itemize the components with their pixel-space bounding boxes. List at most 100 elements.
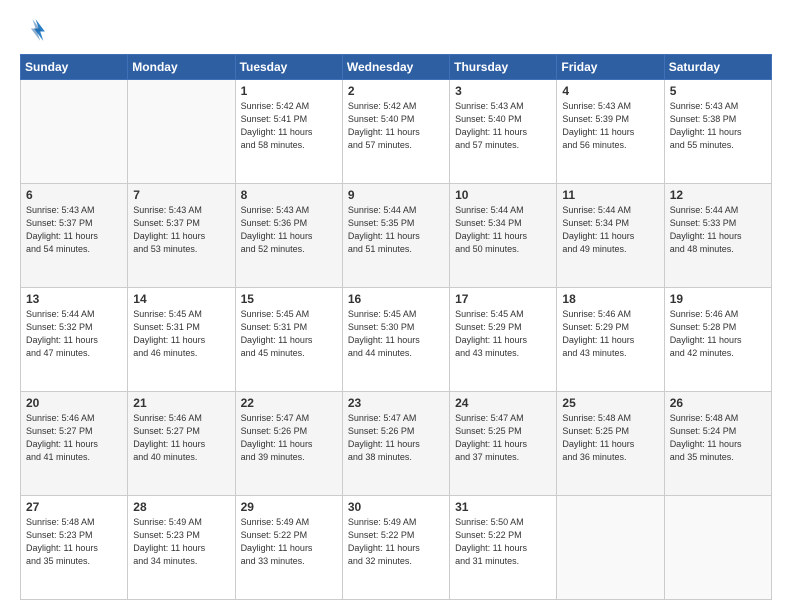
day-number: 28 bbox=[133, 500, 229, 514]
calendar-cell: 30 Sunrise: 5:49 AM Sunset: 5:22 PM Dayli… bbox=[342, 496, 449, 600]
calendar-cell bbox=[664, 496, 771, 600]
calendar-cell: 28Sunrise: 5:49 AM Sunset: 5:23 PM Dayli… bbox=[128, 496, 235, 600]
day-info: Sunrise: 5:42 AM Sunset: 5:41 PM Dayligh… bbox=[241, 100, 337, 152]
week-row-4: 20 Sunrise: 5:46 AM Sunset: 5:27 PM Dayli… bbox=[21, 392, 772, 496]
calendar-table: SundayMondayTuesdayWednesdayThursdayFrid… bbox=[20, 54, 772, 600]
calendar-cell: 19Sunrise: 5:46 AM Sunset: 5:28 PM Dayli… bbox=[664, 288, 771, 392]
calendar-cell: 26 Sunrise: 5:48 AM Sunset: 5:24 PM Dayli… bbox=[664, 392, 771, 496]
day-number: 20 bbox=[26, 396, 122, 410]
logo bbox=[20, 16, 52, 44]
day-number: 16 bbox=[348, 292, 444, 306]
day-number: 30 bbox=[348, 500, 444, 514]
day-number: 27 bbox=[26, 500, 122, 514]
day-info: Sunrise: 5:46 AM Sunset: 5:27 PM Dayligh… bbox=[133, 412, 229, 464]
day-number: 13 bbox=[26, 292, 122, 306]
day-number: 31 bbox=[455, 500, 551, 514]
weekday-header-tuesday: Tuesday bbox=[235, 55, 342, 80]
day-info: Sunrise: 5:46 AM Sunset: 5:29 PM Dayligh… bbox=[562, 308, 658, 360]
calendar-cell: 23 Sunrise: 5:47 AM Sunset: 5:26 PM Dayli… bbox=[342, 392, 449, 496]
weekday-header-wednesday: Wednesday bbox=[342, 55, 449, 80]
calendar-cell: 14 Sunrise: 5:45 AM Sunset: 5:31 PM Dayli… bbox=[128, 288, 235, 392]
calendar-cell bbox=[128, 80, 235, 184]
weekday-header-thursday: Thursday bbox=[450, 55, 557, 80]
day-number: 3 bbox=[455, 84, 551, 98]
week-row-5: 27 Sunrise: 5:48 AM Sunset: 5:23 PM Dayli… bbox=[21, 496, 772, 600]
day-number: 19 bbox=[670, 292, 766, 306]
day-info: Sunrise: 5:43 AM Sunset: 5:36 PM Dayligh… bbox=[241, 204, 337, 256]
day-number: 12 bbox=[670, 188, 766, 202]
day-number: 6 bbox=[26, 188, 122, 202]
calendar-cell bbox=[557, 496, 664, 600]
day-info: Sunrise: 5:48 AM Sunset: 5:25 PM Dayligh… bbox=[562, 412, 658, 464]
calendar-cell: 4 Sunrise: 5:43 AM Sunset: 5:39 PM Daylig… bbox=[557, 80, 664, 184]
page: SundayMondayTuesdayWednesdayThursdayFrid… bbox=[0, 0, 792, 612]
day-info: Sunrise: 5:45 AM Sunset: 5:30 PM Dayligh… bbox=[348, 308, 444, 360]
calendar-cell: 29 Sunrise: 5:49 AM Sunset: 5:22 PM Dayli… bbox=[235, 496, 342, 600]
day-info: Sunrise: 5:43 AM Sunset: 5:37 PM Dayligh… bbox=[133, 204, 229, 256]
day-number: 21 bbox=[133, 396, 229, 410]
day-number: 11 bbox=[562, 188, 658, 202]
calendar-cell: 13 Sunrise: 5:44 AM Sunset: 5:32 PM Dayli… bbox=[21, 288, 128, 392]
day-number: 9 bbox=[348, 188, 444, 202]
day-info: Sunrise: 5:44 AM Sunset: 5:34 PM Dayligh… bbox=[562, 204, 658, 256]
day-number: 18 bbox=[562, 292, 658, 306]
day-number: 1 bbox=[241, 84, 337, 98]
calendar-cell: 18 Sunrise: 5:46 AM Sunset: 5:29 PM Dayli… bbox=[557, 288, 664, 392]
calendar-cell: 24 Sunrise: 5:47 AM Sunset: 5:25 PM Dayli… bbox=[450, 392, 557, 496]
day-number: 14 bbox=[133, 292, 229, 306]
calendar-cell: 21 Sunrise: 5:46 AM Sunset: 5:27 PM Dayli… bbox=[128, 392, 235, 496]
day-info: Sunrise: 5:48 AM Sunset: 5:23 PM Dayligh… bbox=[26, 516, 122, 568]
calendar-cell: 9 Sunrise: 5:44 AM Sunset: 5:35 PM Daylig… bbox=[342, 184, 449, 288]
day-info: Sunrise: 5:43 AM Sunset: 5:37 PM Dayligh… bbox=[26, 204, 122, 256]
weekday-header-sunday: Sunday bbox=[21, 55, 128, 80]
calendar-cell: 10Sunrise: 5:44 AM Sunset: 5:34 PM Dayli… bbox=[450, 184, 557, 288]
day-number: 29 bbox=[241, 500, 337, 514]
weekday-header-row: SundayMondayTuesdayWednesdayThursdayFrid… bbox=[21, 55, 772, 80]
day-info: Sunrise: 5:45 AM Sunset: 5:29 PM Dayligh… bbox=[455, 308, 551, 360]
calendar-cell: 6 Sunrise: 5:43 AM Sunset: 5:37 PM Daylig… bbox=[21, 184, 128, 288]
day-info: Sunrise: 5:44 AM Sunset: 5:32 PM Dayligh… bbox=[26, 308, 122, 360]
day-number: 8 bbox=[241, 188, 337, 202]
day-number: 17 bbox=[455, 292, 551, 306]
calendar-cell: 11 Sunrise: 5:44 AM Sunset: 5:34 PM Dayli… bbox=[557, 184, 664, 288]
calendar-cell: 27 Sunrise: 5:48 AM Sunset: 5:23 PM Dayli… bbox=[21, 496, 128, 600]
day-info: Sunrise: 5:47 AM Sunset: 5:26 PM Dayligh… bbox=[241, 412, 337, 464]
day-number: 15 bbox=[241, 292, 337, 306]
day-number: 26 bbox=[670, 396, 766, 410]
weekday-header-saturday: Saturday bbox=[664, 55, 771, 80]
weekday-header-monday: Monday bbox=[128, 55, 235, 80]
calendar-cell: 20 Sunrise: 5:46 AM Sunset: 5:27 PM Dayli… bbox=[21, 392, 128, 496]
day-number: 4 bbox=[562, 84, 658, 98]
day-number: 24 bbox=[455, 396, 551, 410]
day-info: Sunrise: 5:44 AM Sunset: 5:34 PM Dayligh… bbox=[455, 204, 551, 256]
calendar-cell: 12 Sunrise: 5:44 AM Sunset: 5:33 PM Dayli… bbox=[664, 184, 771, 288]
week-row-2: 6 Sunrise: 5:43 AM Sunset: 5:37 PM Daylig… bbox=[21, 184, 772, 288]
calendar-cell: 22Sunrise: 5:47 AM Sunset: 5:26 PM Dayli… bbox=[235, 392, 342, 496]
day-info: Sunrise: 5:42 AM Sunset: 5:40 PM Dayligh… bbox=[348, 100, 444, 152]
calendar-cell: 25 Sunrise: 5:48 AM Sunset: 5:25 PM Dayli… bbox=[557, 392, 664, 496]
calendar-cell: 3 Sunrise: 5:43 AM Sunset: 5:40 PM Daylig… bbox=[450, 80, 557, 184]
day-info: Sunrise: 5:43 AM Sunset: 5:40 PM Dayligh… bbox=[455, 100, 551, 152]
calendar-cell: 1 Sunrise: 5:42 AM Sunset: 5:41 PM Daylig… bbox=[235, 80, 342, 184]
day-info: Sunrise: 5:45 AM Sunset: 5:31 PM Dayligh… bbox=[133, 308, 229, 360]
day-number: 5 bbox=[670, 84, 766, 98]
calendar-cell bbox=[21, 80, 128, 184]
day-info: Sunrise: 5:49 AM Sunset: 5:22 PM Dayligh… bbox=[241, 516, 337, 568]
day-info: Sunrise: 5:44 AM Sunset: 5:35 PM Dayligh… bbox=[348, 204, 444, 256]
day-info: Sunrise: 5:47 AM Sunset: 5:25 PM Dayligh… bbox=[455, 412, 551, 464]
day-number: 25 bbox=[562, 396, 658, 410]
calendar-cell: 8 Sunrise: 5:43 AM Sunset: 5:36 PM Daylig… bbox=[235, 184, 342, 288]
weekday-header-friday: Friday bbox=[557, 55, 664, 80]
day-info: Sunrise: 5:43 AM Sunset: 5:39 PM Dayligh… bbox=[562, 100, 658, 152]
day-info: Sunrise: 5:43 AM Sunset: 5:38 PM Dayligh… bbox=[670, 100, 766, 152]
day-info: Sunrise: 5:47 AM Sunset: 5:26 PM Dayligh… bbox=[348, 412, 444, 464]
day-info: Sunrise: 5:48 AM Sunset: 5:24 PM Dayligh… bbox=[670, 412, 766, 464]
day-number: 23 bbox=[348, 396, 444, 410]
day-info: Sunrise: 5:44 AM Sunset: 5:33 PM Dayligh… bbox=[670, 204, 766, 256]
day-info: Sunrise: 5:46 AM Sunset: 5:27 PM Dayligh… bbox=[26, 412, 122, 464]
day-info: Sunrise: 5:50 AM Sunset: 5:22 PM Dayligh… bbox=[455, 516, 551, 568]
day-info: Sunrise: 5:49 AM Sunset: 5:22 PM Dayligh… bbox=[348, 516, 444, 568]
day-number: 7 bbox=[133, 188, 229, 202]
calendar-cell: 15Sunrise: 5:45 AM Sunset: 5:31 PM Dayli… bbox=[235, 288, 342, 392]
calendar-cell: 31 Sunrise: 5:50 AM Sunset: 5:22 PM Dayli… bbox=[450, 496, 557, 600]
